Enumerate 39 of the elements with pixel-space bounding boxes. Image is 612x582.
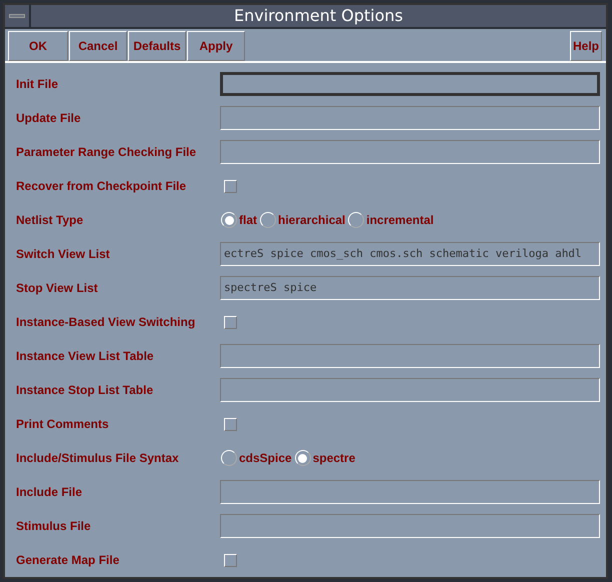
text-field[interactable] (220, 480, 600, 504)
dialog-button[interactable]: Apply (187, 31, 245, 61)
option-label: Include File (16, 484, 84, 501)
option-label: Recover from Checkpoint File (16, 178, 188, 195)
option-label: Parameter Range Checking File (16, 144, 198, 161)
radio-option[interactable]: flat (221, 211, 257, 229)
dialog-button[interactable]: OK (8, 31, 68, 61)
option-label: Update File (16, 110, 82, 127)
radio-option[interactable]: spectre (294, 449, 356, 467)
radio-option[interactable]: cdsSpice (221, 449, 292, 467)
text-field[interactable] (220, 72, 600, 96)
option-label: Print Comments (16, 416, 110, 433)
text-field[interactable] (220, 344, 600, 368)
option-label: Init File (16, 76, 59, 93)
option-label: Netlist Type (16, 212, 84, 229)
text-field[interactable] (220, 106, 600, 130)
window-title: Environment Options (233, 5, 404, 27)
radio-option[interactable]: incremental (348, 211, 434, 229)
radio-option[interactable]: hierarchical (260, 211, 346, 229)
option-label: Instance View List Table (16, 348, 155, 365)
text-field[interactable]: ectreS spice cmos_sch cmos.sch schematic veriloga ahdl (220, 242, 600, 266)
option-label: Stop View List (16, 280, 99, 297)
option-label: Switch View List (16, 246, 111, 263)
checkbox[interactable] (224, 180, 237, 192)
text-field[interactable] (220, 140, 600, 164)
option-label: Include/Stimulus File Syntax (16, 450, 180, 467)
option-label: Generate Map File (16, 552, 120, 569)
text-field[interactable] (220, 378, 600, 402)
option-label: Stimulus File (16, 518, 92, 535)
text-field[interactable]: spectreS spice (220, 276, 600, 300)
checkbox[interactable] (224, 554, 237, 566)
checkbox[interactable] (224, 316, 237, 328)
text-field[interactable] (220, 514, 600, 538)
checkbox[interactable] (224, 418, 237, 430)
option-label: Instance Stop List Table (16, 382, 154, 399)
dialog-button[interactable]: Defaults (128, 31, 186, 61)
option-label: Instance-Based View Switching (16, 314, 196, 331)
help-button[interactable]: Help (570, 31, 602, 61)
dialog-button[interactable]: Cancel (69, 31, 127, 61)
